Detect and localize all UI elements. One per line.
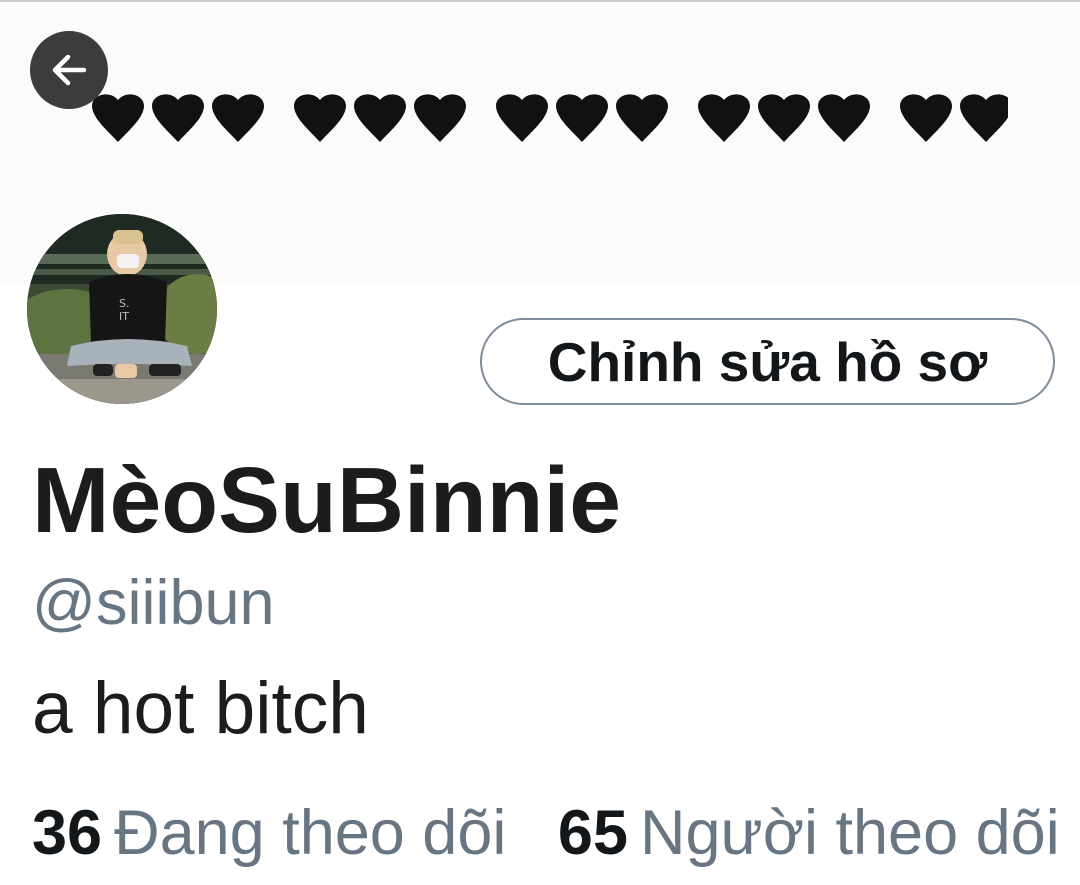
heart-icon — [496, 94, 548, 142]
heart-icon — [616, 94, 668, 142]
followers-label: Người theo dõi — [639, 798, 1060, 868]
svg-text:IT: IT — [119, 310, 129, 323]
avatar-photo: S. IT — [27, 214, 217, 404]
heart-icon — [354, 94, 406, 142]
heart-icon — [818, 94, 870, 142]
following-label: Đang theo dõi — [114, 798, 507, 868]
edit-profile-button[interactable]: Chỉnh sửa hồ sơ — [480, 318, 1055, 405]
profile-bio: a hot bitch — [32, 668, 369, 749]
heart-icon — [758, 94, 810, 142]
display-name: MèoSuBinnie — [32, 448, 622, 552]
following-stat[interactable]: 36 Đang theo dõi — [32, 795, 506, 871]
heart-icon — [92, 94, 144, 142]
user-handle: @siiibun — [32, 568, 275, 638]
back-button[interactable] — [30, 31, 108, 109]
heart-icon — [414, 94, 466, 142]
follow-stats: 36 Đang theo dõi 65 Người theo dõi — [32, 795, 1080, 871]
svg-text:S.: S. — [119, 297, 129, 310]
heart-icon — [556, 94, 608, 142]
profile-page: S. IT Chỉnh sửa hồ sơ MèoSuBinnie @siiib… — [0, 0, 1080, 885]
heart-icon — [698, 94, 750, 142]
heart-icon — [212, 94, 264, 142]
avatar[interactable]: S. IT — [24, 211, 220, 407]
heart-icon — [900, 94, 952, 142]
arrow-left-icon — [52, 54, 87, 86]
heart-icon — [960, 94, 1008, 142]
heart-icon — [294, 94, 346, 142]
banner-hearts-pattern — [92, 94, 1008, 142]
following-count: 36 — [32, 798, 103, 868]
followers-count: 65 — [557, 798, 628, 868]
edit-profile-label: Chỉnh sửa hồ sơ — [547, 330, 988, 393]
heart-icon — [152, 94, 204, 142]
followers-stat[interactable]: 65 Người theo dõi — [558, 795, 1060, 871]
